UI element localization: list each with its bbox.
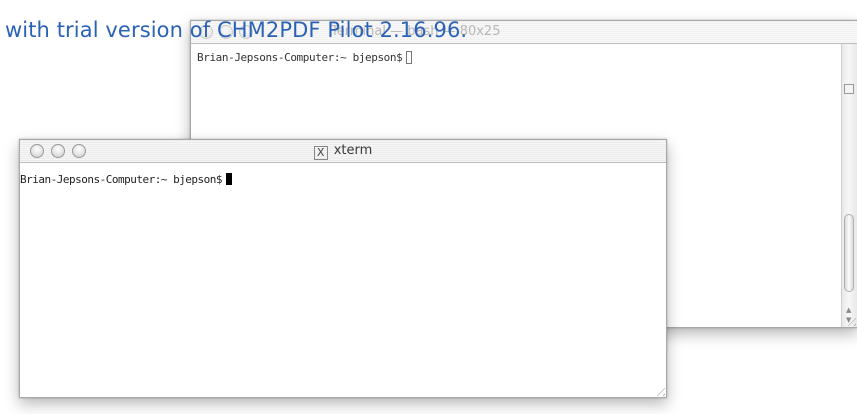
scrollbar-corner-icon <box>844 84 854 94</box>
xterm-titlebar[interactable]: Xxterm <box>20 140 666 163</box>
scrollbar-thumb[interactable] <box>844 214 854 292</box>
watermark-text: with trial version of CHM2PDF Pilot 2.16… <box>5 18 468 42</box>
xterm-window[interactable]: Xxterm Brian-Jepsons-Computer:~ bjepson$ <box>19 139 667 398</box>
resize-grip-icon[interactable] <box>653 384 665 396</box>
terminal-prompt-line[interactable]: Brian-Jepsons-Computer:~ bjepson$ <box>197 51 413 64</box>
terminal-scrollbar[interactable]: ▲ ▼ <box>841 44 857 327</box>
text-cursor <box>406 51 413 64</box>
desktop: with trial version of CHM2PDF Pilot 2.16… <box>0 0 857 414</box>
xterm-title-wrap: Xxterm <box>20 143 666 160</box>
block-cursor <box>226 173 233 185</box>
scroll-up-arrow-icon[interactable]: ▲ <box>846 306 851 314</box>
terminal-prompt: Brian-Jepsons-Computer:~ bjepson$ <box>197 51 403 64</box>
xterm-prompt-line[interactable]: Brian-Jepsons-Computer:~ bjepson$ <box>20 173 233 186</box>
x-window-icon: X <box>313 146 328 160</box>
xterm-title: xterm <box>333 143 373 158</box>
xterm-prompt: Brian-Jepsons-Computer:~ bjepson$ <box>20 173 223 186</box>
